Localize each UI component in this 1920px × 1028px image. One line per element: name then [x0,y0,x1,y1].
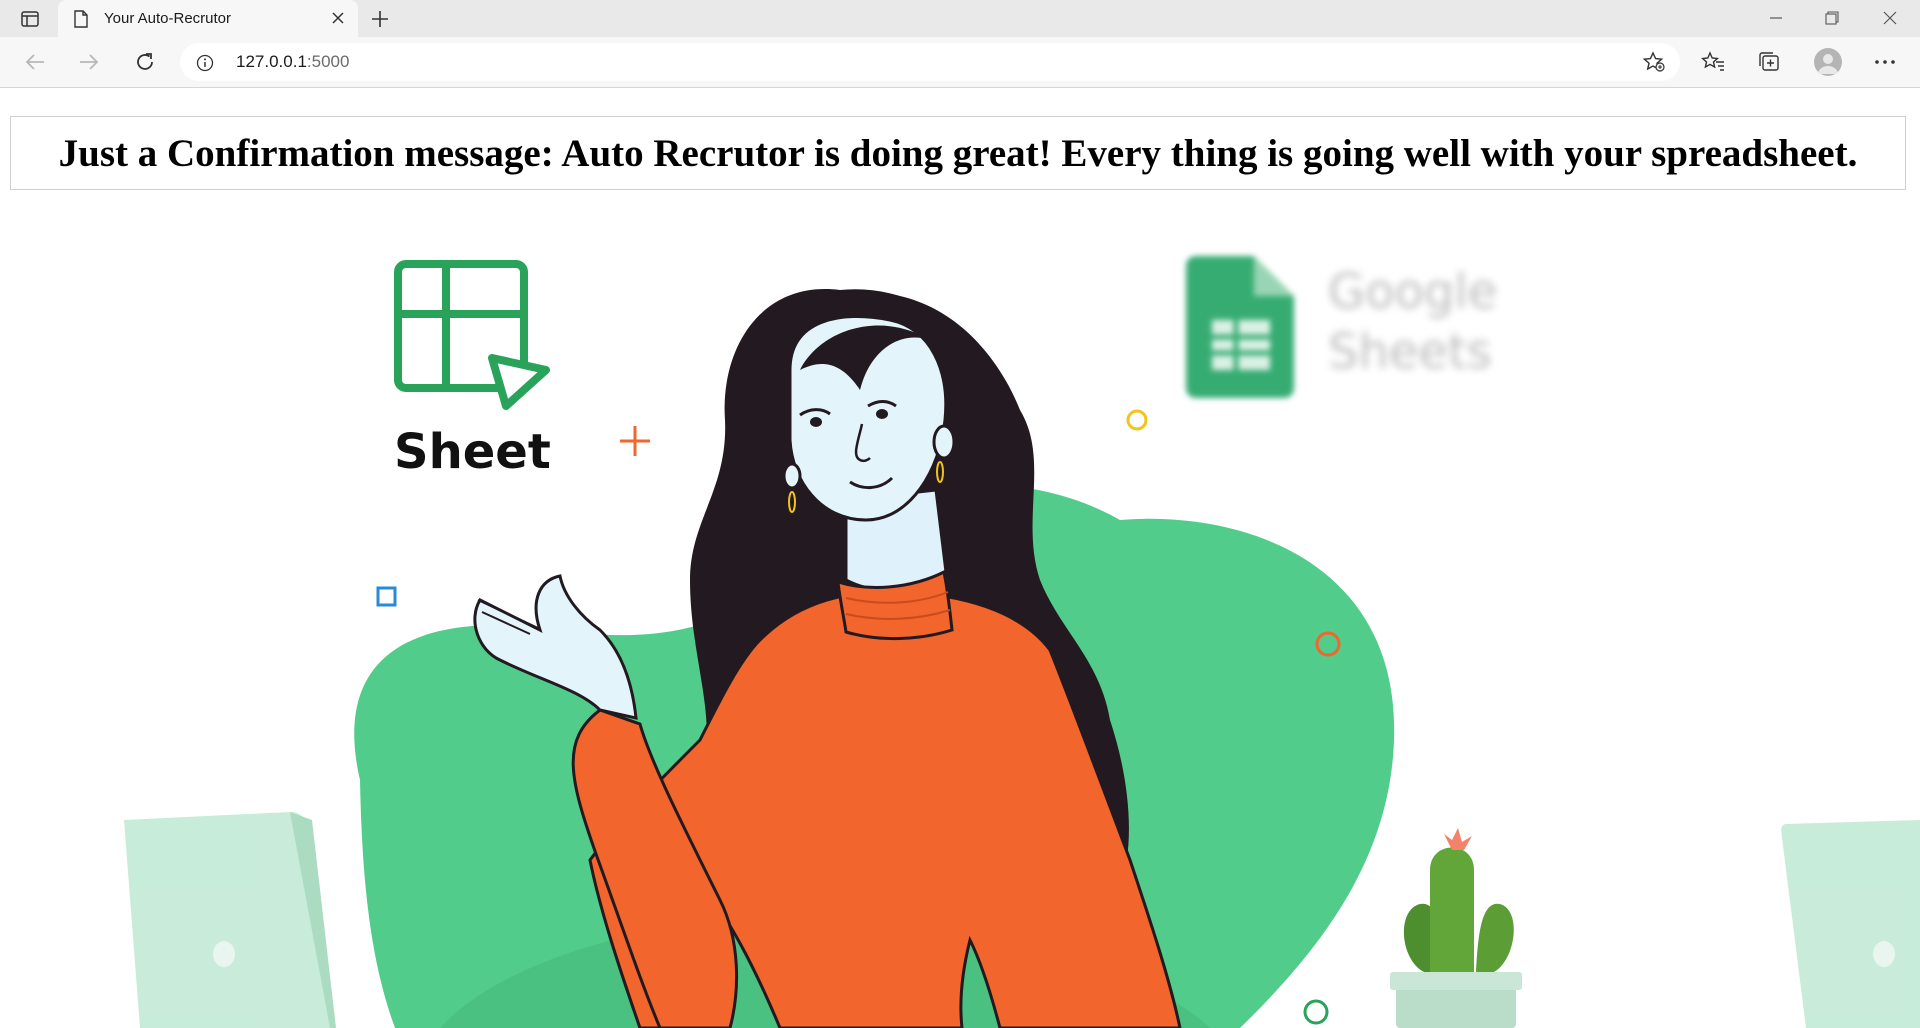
favorites-button[interactable] [1700,49,1726,75]
forward-button[interactable] [76,49,102,75]
active-tab[interactable]: Your Auto-Recrutor [58,0,358,37]
forward-arrow-icon [80,54,99,70]
browser-toolbar: 127.0.0.1:5000 [0,37,1920,88]
google-sheets-line1: Google [1328,264,1498,320]
close-window-button[interactable] [1872,6,1908,30]
google-sheets-line2: Sheets [1328,324,1492,380]
back-button[interactable] [22,49,48,75]
collections-button[interactable] [1756,49,1782,75]
square-decoration [376,586,397,607]
refresh-icon [137,53,153,70]
page-icon [74,10,88,28]
address-bar[interactable]: 127.0.0.1:5000 [180,43,1680,81]
sheet-logo-icon [394,260,550,410]
collections-icon [1759,52,1779,71]
circle-decoration-green [1303,999,1329,1025]
tab-title: Your Auto-Recrutor [104,10,232,27]
google-sheets-wordmark: Google Sheets [1328,262,1497,382]
plus-decoration [620,426,650,456]
profile-icon [1818,54,1838,74]
add-favorite-icon[interactable] [1642,51,1666,73]
google-sheets-logo [1186,256,1294,398]
restore-button[interactable] [1814,6,1850,30]
confirmation-box: Just a Confirmation message: Auto Recrut… [10,116,1906,190]
minimize-icon [1770,17,1782,19]
more-dots-icon [1875,60,1895,64]
restore-icon [1825,11,1839,25]
url-text: 127.0.0.1:5000 [236,52,349,72]
refresh-button[interactable] [132,49,158,75]
minimize-button[interactable] [1758,6,1794,30]
laptop-left [124,812,336,1028]
laptop-right [1781,820,1920,1028]
cactus-plant [1390,828,1522,1028]
tab-actions-icon [21,11,39,27]
url-host: 127.0.0.1 [236,52,307,71]
circle-decoration-yellow [1126,409,1148,431]
tab-actions-menu-button[interactable] [16,7,44,31]
confirmation-message: Just a Confirmation message: Auto Recrut… [58,131,1858,175]
close-tab-icon[interactable] [330,10,346,26]
settings-more-button[interactable] [1872,49,1898,75]
hero-illustration [124,256,1920,1028]
site-info-icon[interactable] [196,54,214,72]
url-port: :5000 [306,52,350,71]
tab-strip: Your Auto-Recrutor [0,0,1920,37]
profile-avatar[interactable] [1814,48,1842,76]
back-arrow-icon [25,54,44,70]
new-tab-icon[interactable] [368,8,392,30]
close-window-icon [1883,11,1897,25]
sheet-logo-label: Sheet [394,424,551,480]
favorites-icon [1701,51,1724,71]
